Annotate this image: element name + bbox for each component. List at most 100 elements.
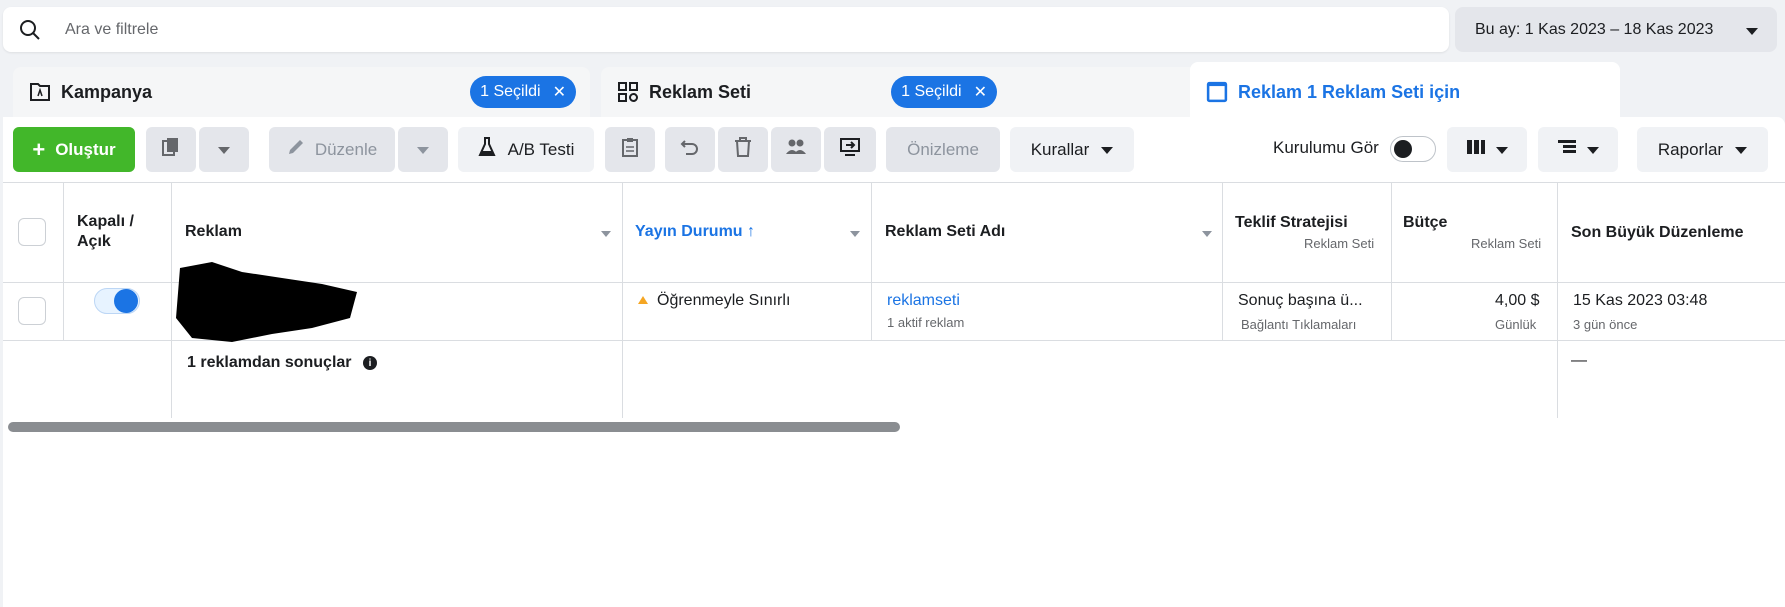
- adset-name-link[interactable]: reklamseti: [887, 292, 960, 310]
- sort-menu-icon[interactable]: [850, 231, 860, 237]
- edit-button-label: Düzenle: [314, 139, 378, 159]
- col-header-budget[interactable]: Bütçe: [1403, 214, 1447, 232]
- column-divider: [1222, 182, 1223, 340]
- ad-window-icon: [1206, 81, 1228, 103]
- select-all-checkbox[interactable]: [18, 218, 46, 246]
- date-range-label: Bu ay: 1 Kas 2023 – 18 Kas 2023: [1475, 20, 1714, 38]
- tab-adset[interactable]: Reklam Seti 1 Seçildi ✕: [601, 67, 1211, 117]
- col-header-toggle: Kapalı / Açık: [77, 213, 134, 250]
- horizontal-scrollbar[interactable]: [8, 422, 900, 432]
- column-divider: [1557, 182, 1558, 418]
- clipboard-button[interactable]: [605, 127, 655, 172]
- create-button-label: Oluştur: [55, 139, 116, 159]
- view-setup-label: Kurulumu Gör: [1273, 138, 1379, 157]
- grid-icon: [617, 81, 639, 103]
- column-divider: [622, 182, 623, 418]
- people-icon: [785, 138, 807, 161]
- bid-strategy-sub: Bağlantı Tıklamaları: [1241, 317, 1357, 332]
- reports-label: Raporlar: [1657, 139, 1724, 159]
- table-top-border: [3, 182, 1785, 183]
- trash-icon: [734, 137, 752, 162]
- adset-selected-badge[interactable]: 1 Seçildi ✕: [891, 76, 997, 108]
- search-bar[interactable]: [3, 7, 1449, 52]
- tab-campaign-label: Kampanya: [61, 81, 153, 102]
- bid-strategy-value: Sonuç başına ü...: [1238, 292, 1363, 309]
- column-divider: [63, 182, 64, 340]
- chevron-down-icon: [1735, 140, 1748, 160]
- chevron-down-icon: [417, 140, 429, 160]
- breakdown-button[interactable]: [1538, 127, 1618, 172]
- date-range-picker[interactable]: Bu ay: 1 Kas 2023 – 18 Kas 2023: [1455, 7, 1777, 52]
- view-setup-toggle[interactable]: [1390, 136, 1436, 162]
- toggle-knob: [1394, 140, 1412, 158]
- duplicate-button[interactable]: [146, 127, 196, 172]
- delivery-status: Öğrenmeyle Sınırlı: [657, 292, 791, 309]
- edit-dropdown-button[interactable]: [398, 127, 448, 172]
- chevron-down-icon: [1745, 24, 1759, 42]
- tab-campaign[interactable]: Kampanya 1 Seçildi ✕: [13, 67, 590, 117]
- rules-label: Kurallar: [1030, 139, 1090, 159]
- chevron-down-icon: [1587, 140, 1599, 160]
- chevron-down-icon: [1496, 140, 1508, 160]
- col-header-ad[interactable]: Reklam: [185, 223, 242, 241]
- budget-period: Günlük: [1495, 317, 1537, 332]
- ab-test-label: A/B Testi: [507, 139, 575, 159]
- duplicate-icon: [161, 137, 181, 162]
- adset-active-ads: 1 aktif reklam: [887, 315, 965, 330]
- close-icon[interactable]: ✕: [974, 82, 987, 102]
- export-button[interactable]: [824, 127, 876, 172]
- adset-badge-label: 1 Seçildi: [901, 83, 962, 100]
- campaign-badge-label: 1 Seçildi: [480, 83, 541, 100]
- ab-test-button[interactable]: A/B Testi: [458, 127, 594, 172]
- tab-adset-label: Reklam Seti: [649, 81, 752, 102]
- undo-icon: [680, 138, 700, 161]
- col-header-bid-strategy[interactable]: Teklif Stratejisi: [1235, 214, 1348, 232]
- col-header-adset-name[interactable]: Reklam Seti Adı: [885, 223, 1005, 241]
- columns-button[interactable]: [1447, 127, 1527, 172]
- preview-button[interactable]: Önizleme: [886, 127, 1000, 172]
- sort-up-arrow-icon: ↑: [742, 223, 756, 240]
- search-input[interactable]: [65, 20, 1365, 39]
- pencil-icon: [287, 138, 305, 161]
- tab-ad[interactable]: Reklam 1 Reklam Seti için: [1190, 62, 1620, 122]
- search-icon: [19, 19, 41, 41]
- column-divider: [1391, 182, 1392, 340]
- duplicate-dropdown-button[interactable]: [199, 127, 249, 172]
- campaign-selected-badge[interactable]: 1 Seçildi ✕: [470, 76, 576, 108]
- undo-button[interactable]: [665, 127, 715, 172]
- folder-icon: [29, 81, 51, 103]
- delete-button[interactable]: [718, 127, 768, 172]
- col-header-delivery[interactable]: Yayın Durumu ↑: [635, 223, 755, 241]
- rules-button[interactable]: Kurallar: [1010, 127, 1134, 172]
- last-edit-relative: 3 gün önce: [1573, 317, 1638, 332]
- col-header-budget-sub: Reklam Seti: [1471, 236, 1542, 251]
- col-header-delivery-label: Yayın Durumu: [635, 223, 743, 240]
- audience-button[interactable]: [771, 127, 821, 172]
- edit-button[interactable]: Düzenle: [269, 127, 395, 172]
- ad-status-toggle[interactable]: [94, 288, 140, 314]
- chevron-down-icon: [218, 140, 230, 160]
- results-summary-label: 1 reklamdan sonuçlar: [187, 354, 352, 371]
- last-edit-date: 15 Kas 2023 03:48: [1573, 292, 1708, 309]
- budget-value: 4,00 $: [1495, 292, 1540, 309]
- create-button[interactable]: + Oluştur: [13, 127, 135, 172]
- redacted-ad-name: [172, 258, 360, 346]
- preview-label: Önizleme: [907, 139, 979, 159]
- summary-last-edit: —: [1571, 352, 1587, 369]
- column-divider: [871, 182, 872, 340]
- breakdown-icon: [1557, 139, 1577, 160]
- warning-triangle-icon: [638, 296, 648, 304]
- info-icon[interactable]: i: [363, 356, 377, 370]
- clipboard-icon: [621, 137, 639, 162]
- close-icon[interactable]: ✕: [553, 82, 566, 102]
- plus-icon: +: [32, 136, 46, 162]
- toggle-knob: [114, 289, 138, 313]
- row-checkbox[interactable]: [18, 297, 46, 325]
- tab-ad-label: Reklam 1 Reklam Seti için: [1238, 81, 1461, 102]
- flask-icon: [478, 137, 496, 162]
- reports-button[interactable]: Raporlar: [1637, 127, 1768, 172]
- col-header-last-edit[interactable]: Son Büyük Düzenleme: [1571, 224, 1743, 242]
- sort-menu-icon[interactable]: [1202, 231, 1212, 237]
- col-header-bid-strategy-sub: Reklam Seti: [1304, 236, 1375, 251]
- sort-menu-icon[interactable]: [601, 231, 611, 237]
